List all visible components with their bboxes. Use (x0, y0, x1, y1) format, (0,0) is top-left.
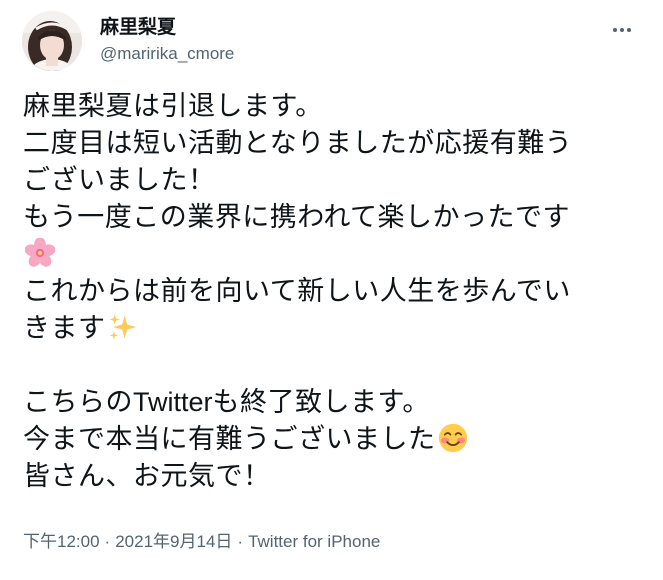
tweet-card: 麻里梨夏 @maririka_cmore 麻里梨夏は引退します。 二度目は短い活… (0, 0, 663, 580)
tweet-line: 麻里梨夏は引退します。 (23, 91, 323, 122)
avatar-image (22, 11, 82, 71)
tweet-line (23, 236, 653, 273)
tweet-metadata: 下午12:00 · 2021年9月14日 · Twitter for iPhone (23, 530, 380, 554)
sparkles-emoji (109, 314, 136, 340)
tweet-line-text: こちらの (23, 387, 133, 418)
tweet-text: 麻里梨夏は引退します。 二度目は短い活動となりましたが応援有難う ございました！… (23, 88, 653, 495)
tweet-line: これからは前を向いて新しい人生を歩んでい (23, 276, 571, 307)
avatar[interactable] (22, 11, 82, 71)
user-handle[interactable]: @maririka_cmore (100, 43, 234, 65)
display-name[interactable]: 麻里梨夏 (100, 14, 234, 40)
author-block: 麻里梨夏 @maririka_cmore (100, 14, 234, 65)
tweet-line: もう一度この業界に携われて楽しかったです (23, 202, 571, 233)
tweet-source[interactable]: Twitter for iPhone (248, 532, 380, 551)
tweet-date[interactable]: 2021年9月14日 (115, 532, 232, 551)
separator: · (237, 532, 244, 551)
tweet-time[interactable]: 下午12:00 (23, 532, 100, 551)
more-options-button[interactable] (604, 12, 640, 48)
tweet-line: 今まで本当に有難うございました (23, 421, 653, 458)
tweet-line-text: きます (23, 313, 106, 344)
smiling-face-emoji (438, 423, 467, 453)
tweet-line: こちらのTwitterも終了致します。 (23, 384, 653, 421)
tweet-line: 二度目は短い活動となりましたが応援有難う (23, 128, 573, 159)
separator: · (104, 532, 111, 551)
tweet-line-text-latin: Twitter (133, 387, 213, 417)
tweet-line: 皆さん、お元気で！ (23, 461, 271, 492)
tweet-line-text: も終了致します。 (212, 387, 430, 418)
more-horizontal-icon (613, 28, 631, 32)
tweet-line-text: 今まで本当に有難うございました (23, 424, 436, 455)
tweet-line: きます (23, 310, 653, 347)
cherry-blossom-emoji (25, 238, 55, 267)
tweet-line: ございました！ (23, 165, 216, 196)
